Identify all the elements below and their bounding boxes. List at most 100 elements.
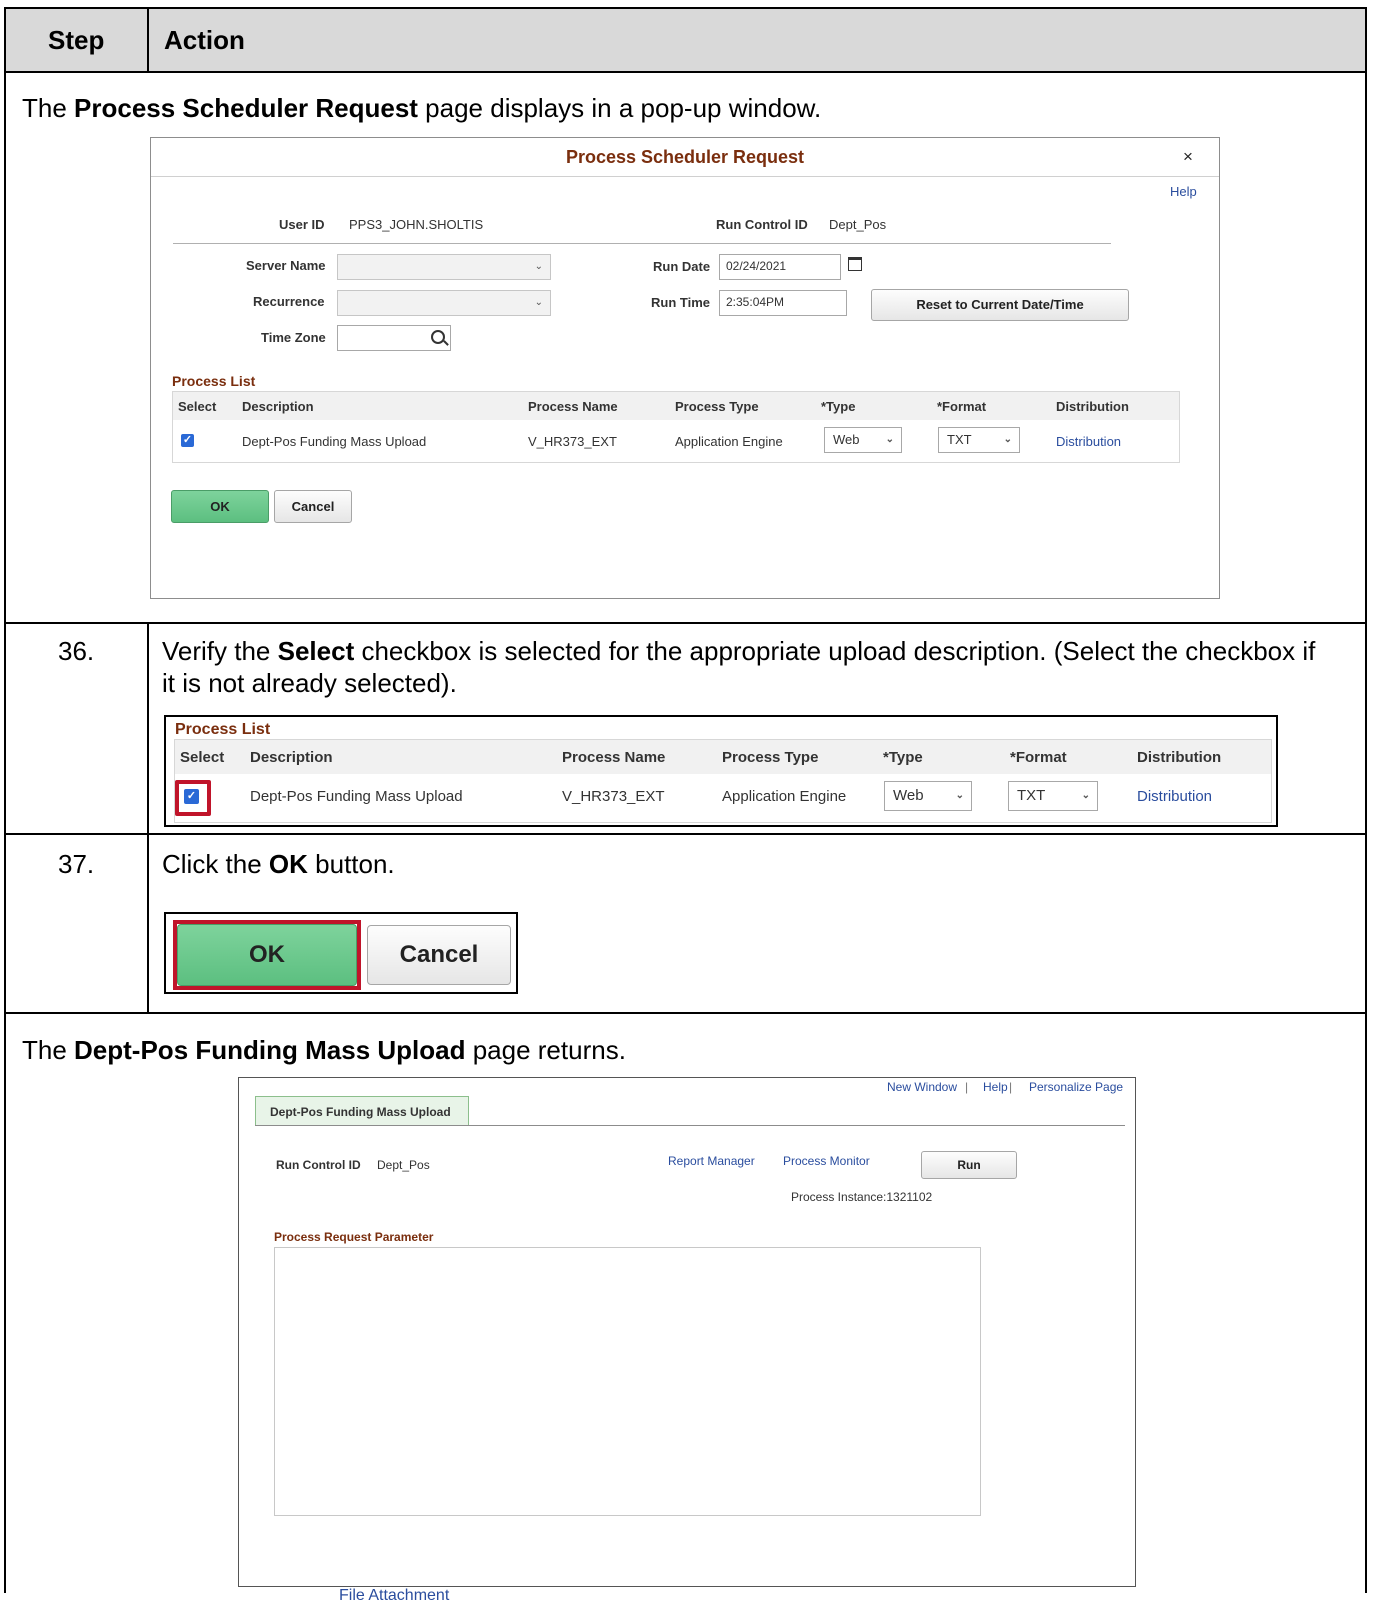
header-step: Step bbox=[48, 25, 105, 55]
new-window-link[interactable]: New Window bbox=[887, 1080, 957, 1094]
column-divider bbox=[147, 7, 149, 73]
col-distribution: Distribution bbox=[1056, 399, 1129, 414]
run-button[interactable]: Run bbox=[921, 1151, 1017, 1179]
process-list-title: Process List bbox=[175, 721, 271, 738]
run-control-value: Dept_Pos bbox=[377, 1158, 430, 1172]
tab-dept-pos-funding[interactable]: Dept-Pos Funding Mass Upload bbox=[255, 1096, 469, 1126]
calendar-icon[interactable] bbox=[848, 257, 862, 271]
process-request-parameter-title: Process Request Parameter bbox=[274, 1230, 434, 1244]
run-date-label: Run Date bbox=[653, 259, 711, 274]
popup-title: Process Scheduler Request bbox=[565, 147, 805, 167]
close-icon[interactable]: × bbox=[1183, 147, 1193, 167]
type-select[interactable]: Web ⌄ bbox=[884, 781, 972, 811]
row-description: Dept-Pos Funding Mass Upload bbox=[242, 434, 427, 449]
table-border-right bbox=[1365, 7, 1367, 1593]
format-select-value: TXT bbox=[1017, 787, 1046, 804]
header-divider bbox=[173, 243, 1111, 244]
format-select-value: TXT bbox=[947, 432, 972, 447]
distribution-link[interactable]: Distribution bbox=[1137, 788, 1212, 805]
row-process-name: V_HR373_EXT bbox=[528, 434, 617, 449]
row-process-name: V_HR373_EXT bbox=[562, 788, 665, 805]
row-description: Dept-Pos Funding Mass Upload bbox=[250, 788, 463, 805]
col-select: Select bbox=[180, 749, 225, 766]
row-process-type: Application Engine bbox=[675, 434, 783, 449]
personalize-page-link[interactable]: Personalize Page bbox=[1029, 1080, 1123, 1094]
link-separator: | bbox=[965, 1080, 969, 1094]
cancel-button[interactable]: Cancel bbox=[367, 925, 511, 985]
help-link[interactable]: Help bbox=[1170, 184, 1197, 199]
user-id-label: User ID bbox=[279, 217, 325, 232]
ok-button[interactable]: OK bbox=[177, 924, 357, 986]
col-type: *Type bbox=[821, 399, 856, 414]
process-instance: Process Instance:1321102 bbox=[791, 1190, 933, 1204]
intro-text: The Process Scheduler Request page displ… bbox=[22, 93, 822, 123]
process-monitor-link[interactable]: Process Monitor bbox=[783, 1154, 870, 1168]
tab-underline bbox=[255, 1125, 1125, 1126]
recurrence-label: Recurrence bbox=[253, 294, 325, 309]
chevron-down-icon: ⌄ bbox=[1003, 434, 1012, 445]
distribution-link[interactable]: Distribution bbox=[1056, 434, 1121, 449]
col-format: *Format bbox=[937, 399, 987, 414]
file-attachment-label: File Attachment bbox=[339, 1587, 450, 1604]
step-number: 36. bbox=[58, 636, 95, 666]
row-divider bbox=[4, 622, 1367, 624]
run-control-label: Run Control ID bbox=[716, 217, 808, 232]
row-divider bbox=[4, 71, 1367, 73]
run-control-label: Run Control ID bbox=[276, 1158, 361, 1172]
select-checkbox[interactable]: ✓ bbox=[181, 434, 194, 447]
parameter-box bbox=[274, 1247, 981, 1516]
chevron-down-icon: ⌄ bbox=[955, 790, 964, 801]
type-select-value: Web bbox=[833, 432, 860, 447]
col-type: *Type bbox=[883, 749, 923, 766]
reset-date-time-button[interactable]: Reset to Current Date/Time bbox=[871, 289, 1129, 321]
run-time-input[interactable]: 2:35:04PM bbox=[719, 290, 847, 316]
format-select[interactable]: TXT ⌄ bbox=[1008, 781, 1098, 811]
chevron-down-icon: ⌄ bbox=[885, 434, 894, 445]
row-process-type: Application Engine bbox=[722, 788, 847, 805]
process-scheduler-popup: Process Scheduler Request × Help User ID… bbox=[150, 137, 1220, 599]
type-select[interactable]: Web ⌄ bbox=[824, 427, 902, 453]
col-description: Description bbox=[250, 749, 333, 766]
table-border-top bbox=[4, 7, 1367, 9]
user-id-value: PPS3_JOHN.SHOLTIS bbox=[349, 217, 484, 232]
select-checkbox[interactable]: ✓ bbox=[184, 789, 199, 804]
step-number: 37. bbox=[58, 849, 95, 879]
run-date-input[interactable]: 02/24/2021 bbox=[719, 254, 841, 280]
col-format: *Format bbox=[1010, 749, 1067, 766]
help-link[interactable]: Help bbox=[983, 1080, 1008, 1094]
col-distribution: Distribution bbox=[1137, 749, 1222, 766]
format-select[interactable]: TXT ⌄ bbox=[938, 427, 1020, 453]
col-select: Select bbox=[178, 399, 217, 414]
type-select-value: Web bbox=[893, 787, 924, 804]
step-text: Verify the Select checkbox is selected f… bbox=[162, 636, 1316, 698]
report-manager-link[interactable]: Report Manager bbox=[668, 1154, 755, 1168]
col-process-type: Process Type bbox=[722, 749, 819, 766]
table-border-left bbox=[4, 7, 6, 1593]
ok-button[interactable]: OK bbox=[171, 490, 269, 523]
recurrence-select[interactable]: ⌄ bbox=[337, 290, 551, 316]
row-divider bbox=[4, 833, 1367, 835]
chevron-down-icon: ⌄ bbox=[534, 297, 543, 308]
server-name-select[interactable]: ⌄ bbox=[337, 254, 551, 280]
cancel-button[interactable]: Cancel bbox=[274, 490, 352, 523]
ok-button-zoom: OK Cancel bbox=[164, 912, 518, 994]
step-text: Click the OK button. bbox=[162, 849, 395, 879]
upload-page: New Window | Help | Personalize Page Dep… bbox=[238, 1077, 1136, 1604]
closing-text: The Dept-Pos Funding Mass Upload page re… bbox=[22, 1035, 626, 1065]
col-process-name: Process Name bbox=[528, 399, 618, 414]
run-control-value: Dept_Pos bbox=[829, 217, 887, 232]
server-name-label: Server Name bbox=[246, 258, 326, 273]
chevron-down-icon: ⌄ bbox=[534, 261, 543, 272]
chevron-down-icon: ⌄ bbox=[1081, 790, 1090, 801]
col-description: Description bbox=[242, 399, 314, 414]
row-divider bbox=[4, 1012, 1367, 1014]
popup-title-divider bbox=[151, 176, 1219, 177]
time-zone-label: Time Zone bbox=[261, 330, 326, 345]
link-separator: | bbox=[1009, 1080, 1013, 1094]
process-list-title: Process List bbox=[172, 373, 256, 389]
header-action: Action bbox=[164, 25, 245, 55]
column-divider bbox=[147, 622, 149, 1014]
run-time-label: Run Time bbox=[651, 295, 710, 310]
process-list-zoom: Process List Select Description Process … bbox=[164, 715, 1278, 827]
col-process-name: Process Name bbox=[562, 749, 666, 766]
